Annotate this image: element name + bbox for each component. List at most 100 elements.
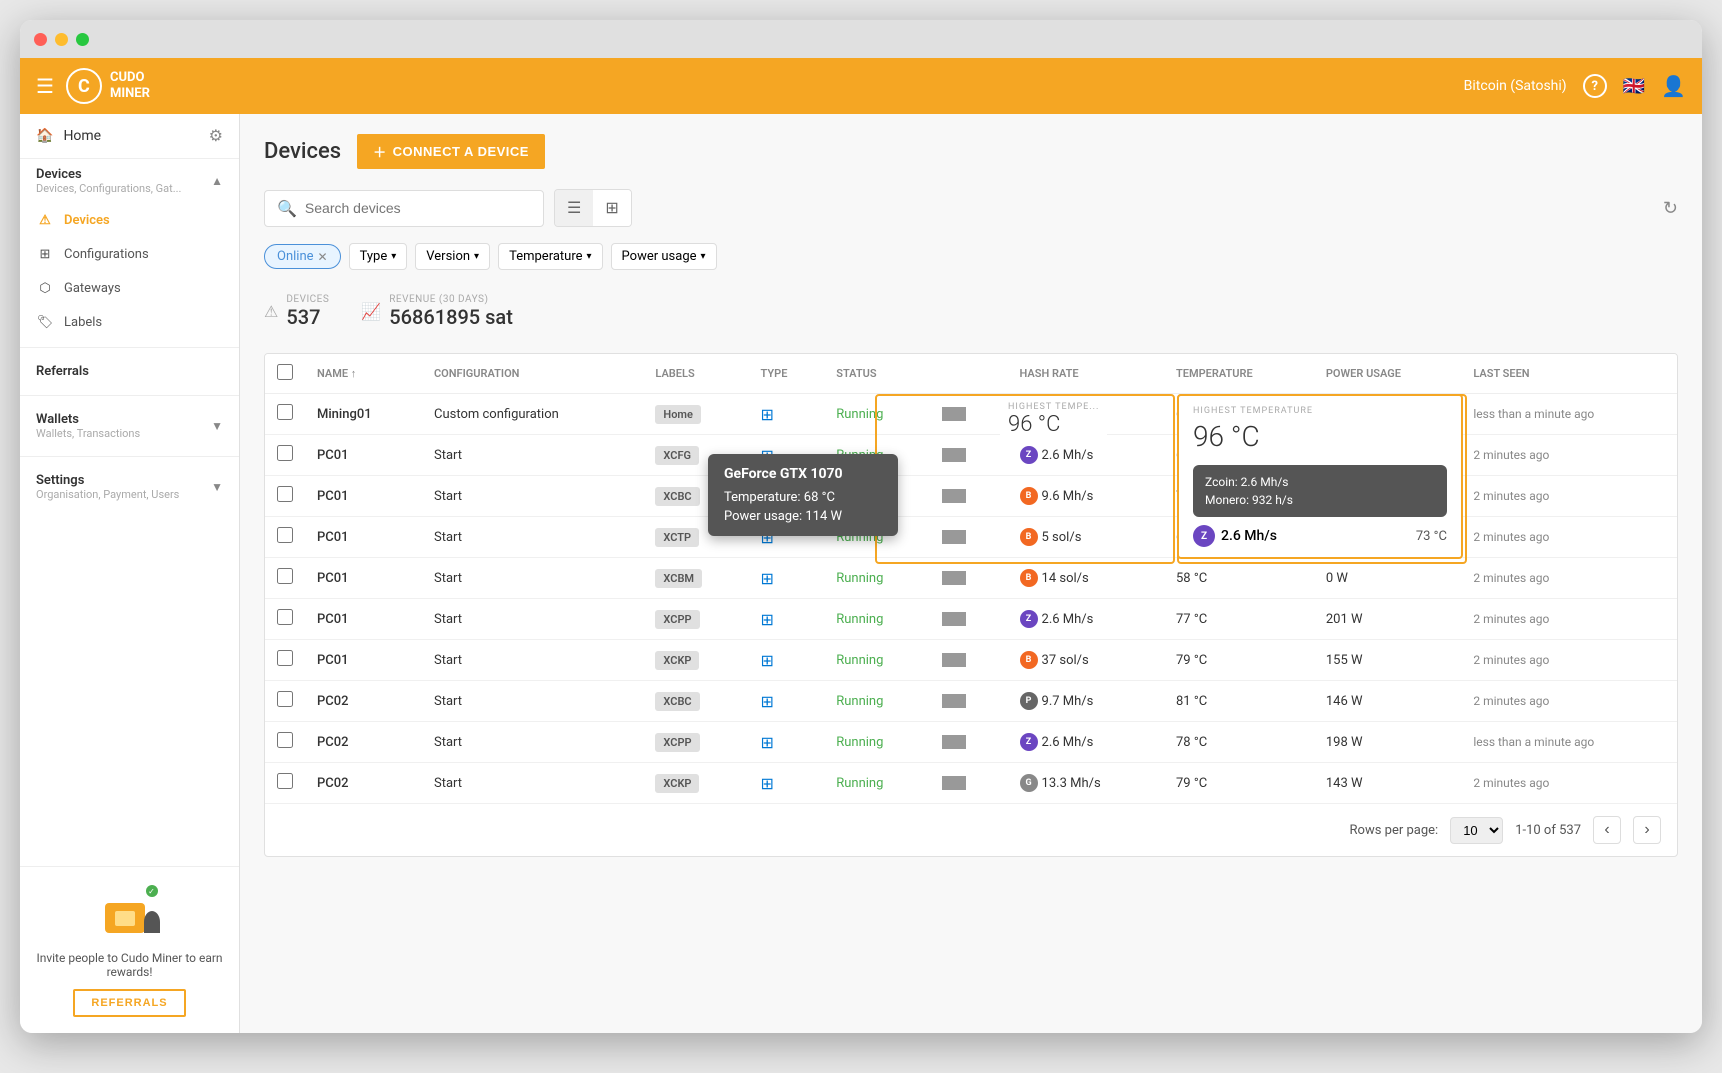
- search-input[interactable]: [305, 200, 531, 216]
- table-row[interactable]: PC02 Start XCKP ⊞ Running G 13.3 Mh/s 79…: [265, 763, 1677, 804]
- hamburger-icon[interactable]: ☰: [36, 74, 54, 98]
- connect-device-button[interactable]: ＋ CONNECT A DEVICE: [357, 134, 545, 169]
- row-lastseen: less than a minute ago: [1461, 722, 1677, 763]
- col-temp[interactable]: Temperature: [1164, 354, 1314, 394]
- row-checkbox[interactable]: [277, 650, 293, 666]
- hash-rate-row: Z 2.6 Mh/s 73 °C: [1193, 525, 1447, 547]
- sidebar-item-labels[interactable]: 🏷 Labels: [20, 305, 239, 339]
- row-status: Running: [824, 558, 930, 599]
- filter-temperature[interactable]: Temperature ▾: [498, 243, 602, 270]
- table-row[interactable]: Mining01 Custom configuration Home ⊞ Run…: [265, 394, 1677, 435]
- table-row[interactable]: PC01 Start XCBM ⊞ Running B 14 sol/s 58 …: [265, 558, 1677, 599]
- coin-icon: B: [1020, 528, 1038, 546]
- table-row[interactable]: PC01 Start XCKP ⊞ Running B 37 sol/s 79 …: [265, 640, 1677, 681]
- topnav-right: Bitcoin (Satoshi) ? 🇬🇧 👤: [1464, 74, 1686, 98]
- col-status[interactable]: Status: [824, 354, 930, 394]
- app: ☰ C CUDOMINER Bitcoin (Satoshi) ? 🇬🇧 👤 🏠…: [20, 58, 1702, 1033]
- row-status: Running: [824, 640, 930, 681]
- logo-text: CUDOMINER: [110, 70, 150, 101]
- stat-devices-label: DEVICES: [286, 294, 329, 305]
- referral-image: ✓: [90, 883, 170, 943]
- stat-revenue: 📈 REVENUE (30 DAYS) 56861895 sat: [361, 294, 513, 329]
- row-checkbox[interactable]: [277, 404, 293, 420]
- close-dot[interactable]: [34, 33, 47, 46]
- ht-left-value: 96 °C: [1008, 412, 1099, 437]
- filter-online-close[interactable]: ✕: [318, 250, 328, 264]
- row-name: PC01: [305, 476, 422, 517]
- select-all-checkbox[interactable]: [277, 364, 293, 380]
- content-area: Devices ＋ CONNECT A DEVICE 🔍 ☰ ⊞: [240, 114, 1702, 1033]
- windows-icon: ⊞: [761, 774, 774, 793]
- row-checkbox[interactable]: [277, 732, 293, 748]
- sidebar-item-configurations[interactable]: ⊞ Configurations: [20, 237, 239, 271]
- tooltip-temp: Temperature: 68 °C: [724, 490, 882, 505]
- row-checkbox[interactable]: [277, 445, 293, 461]
- row-checkbox[interactable]: [277, 486, 293, 502]
- col-config[interactable]: Configuration: [422, 354, 643, 394]
- table-row[interactable]: PC01 Start XCFG ⊞ Running Z 2.6 Mh/s 69 …: [265, 435, 1677, 476]
- filter-type[interactable]: Type ▾: [349, 243, 408, 270]
- sidebar-item-home[interactable]: 🏠 Home ⚙: [20, 114, 239, 159]
- col-lastseen[interactable]: Last seen: [1461, 354, 1677, 394]
- refresh-button[interactable]: ↻: [1663, 198, 1678, 219]
- filter-version[interactable]: Version ▾: [415, 243, 490, 270]
- grid-view-button[interactable]: ⊞: [593, 190, 630, 226]
- coin-icon: B: [1020, 569, 1038, 587]
- prev-page-button[interactable]: ‹: [1593, 816, 1621, 844]
- settings-icon-button[interactable]: ⚙: [209, 126, 223, 146]
- sidebar-item-gateways[interactable]: ⬡ Gateways: [20, 271, 239, 305]
- inner-tooltip: Zcoin: 2.6 Mh/s Monero: 932 h/s: [1193, 465, 1447, 517]
- list-view-button[interactable]: ☰: [555, 190, 593, 226]
- sidebar-settings-title: Settings: [36, 473, 179, 488]
- col-power[interactable]: Power usage: [1314, 354, 1462, 394]
- help-icon[interactable]: ?: [1583, 74, 1607, 98]
- collapse-icon[interactable]: ▲: [211, 174, 223, 188]
- next-page-button[interactable]: ›: [1633, 816, 1661, 844]
- row-checkbox[interactable]: [277, 773, 293, 789]
- flag-icon[interactable]: 🇬🇧: [1623, 76, 1645, 97]
- row-type: ⊞: [749, 394, 825, 435]
- row-checkbox[interactable]: [277, 691, 293, 707]
- row-checkbox[interactable]: [277, 568, 293, 584]
- minimize-dot[interactable]: [55, 33, 68, 46]
- filter-version-label: Version: [426, 249, 470, 264]
- col-name[interactable]: Name ↑: [305, 354, 422, 394]
- table-row[interactable]: PC01 Start XCPP ⊞ Running Z 2.6 Mh/s 77 …: [265, 599, 1677, 640]
- home-label: Home: [63, 128, 101, 144]
- col-labels[interactable]: Labels: [643, 354, 748, 394]
- table-row[interactable]: PC02 Start XCPP ⊞ Running Z 2.6 Mh/s 78 …: [265, 722, 1677, 763]
- user-icon[interactable]: 👤: [1661, 74, 1686, 98]
- wallets-collapse-icon[interactable]: ▼: [211, 419, 223, 433]
- zcoin-icon: Z: [1193, 525, 1215, 547]
- table-row[interactable]: PC02 Start XCBC ⊞ Running P 9.7 Mh/s 81 …: [265, 681, 1677, 722]
- pagination-range: 1-10 of 537: [1515, 823, 1581, 838]
- sidebar-item-referrals[interactable]: Referrals: [20, 356, 239, 387]
- row-label: XCBC: [643, 681, 748, 722]
- rows-per-page-select[interactable]: 10 25 50: [1450, 817, 1503, 844]
- table-row[interactable]: PC01 Start XCBC ⊞ Running B 9.6 Mh/s 73 …: [265, 476, 1677, 517]
- filter-power[interactable]: Power usage ▾: [611, 243, 717, 270]
- maximize-dot[interactable]: [76, 33, 89, 46]
- row-checkbox[interactable]: [277, 609, 293, 625]
- currency-label: Bitcoin (Satoshi): [1464, 78, 1567, 94]
- referral-button[interactable]: REFERRALS: [73, 989, 185, 1017]
- row-type: ⊞: [749, 558, 825, 599]
- page-title: Devices: [264, 139, 341, 164]
- row-hashrate: B 5 sol/s: [1008, 517, 1164, 558]
- row-power: 0 W: [1314, 558, 1462, 599]
- table-row[interactable]: PC01 Start XCTP ⊞ Running B 5 sol/s 67 °…: [265, 517, 1677, 558]
- row-lastseen: 2 minutes ago: [1461, 763, 1677, 804]
- row-checkbox[interactable]: [277, 527, 293, 543]
- sidebar-devices-header: Devices Devices, Configurations, Gat... …: [20, 159, 239, 203]
- row-lastseen: 2 minutes ago: [1461, 599, 1677, 640]
- search-box[interactable]: 🔍: [264, 190, 544, 227]
- col-type[interactable]: Type: [749, 354, 825, 394]
- settings-collapse-icon[interactable]: ▼: [211, 480, 223, 494]
- row-temp: 77 °C: [1164, 599, 1314, 640]
- sidebar-item-devices[interactable]: ⚠ Devices: [20, 203, 239, 237]
- sidebar-wallets-title: Wallets: [36, 412, 140, 427]
- row-status: Running: [824, 599, 930, 640]
- filter-online[interactable]: Online ✕: [264, 244, 341, 269]
- row-lastseen: 2 minutes ago: [1461, 640, 1677, 681]
- col-hashrate[interactable]: Hash rate: [1008, 354, 1164, 394]
